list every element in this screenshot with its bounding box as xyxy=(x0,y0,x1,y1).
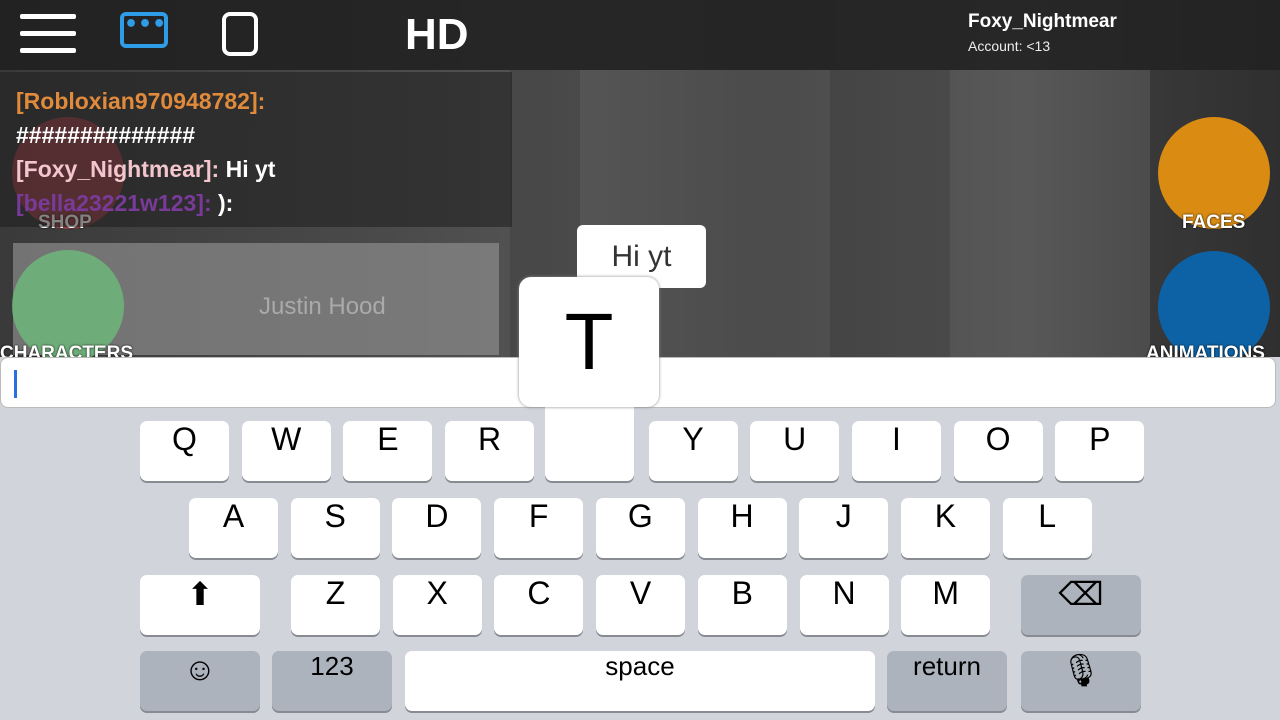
chat-message: [bella23221w123]: ): xyxy=(16,190,234,216)
key-e[interactable]: E xyxy=(343,421,433,481)
key-g[interactable]: G xyxy=(595,498,685,558)
chat-message: [Robloxian970948782]: xyxy=(16,88,266,114)
key-b[interactable]: B xyxy=(697,575,787,635)
key-r[interactable]: R xyxy=(445,421,535,481)
chat-message: [Foxy_Nightmear]: Hi yt xyxy=(16,156,276,182)
faces-label: FACES xyxy=(1182,212,1246,233)
backpack-icon[interactable] xyxy=(222,12,258,56)
key-q[interactable]: Q xyxy=(140,421,229,481)
key-d[interactable]: D xyxy=(392,498,482,558)
microphone-icon[interactable]: 🎙 xyxy=(1021,651,1141,711)
key-z[interactable]: Z xyxy=(291,575,380,635)
key-y[interactable]: Y xyxy=(648,421,738,481)
key-f[interactable]: F xyxy=(494,498,584,558)
key-n[interactable]: N xyxy=(799,575,889,635)
top-bar: ••• HD Foxy_Nightmear Account: <13 xyxy=(0,0,1280,70)
return-key[interactable]: return xyxy=(887,651,1007,711)
key-v[interactable]: V xyxy=(596,575,686,635)
key-j[interactable]: J xyxy=(799,498,889,558)
key-x[interactable]: X xyxy=(392,575,482,635)
account-age: Account: <13 xyxy=(968,38,1051,54)
shift-arrow-icon[interactable]: ⬆ xyxy=(140,575,260,635)
characters-button[interactable] xyxy=(12,250,124,357)
key-a[interactable]: A xyxy=(189,498,278,558)
animations-label: ANIMATIONS xyxy=(1146,343,1265,357)
chat-message: ############## xyxy=(16,122,196,148)
numbers-key[interactable]: 123 xyxy=(272,651,392,711)
animations-button[interactable] xyxy=(1158,251,1270,357)
chat-bubble-icon[interactable]: ••• xyxy=(120,12,168,48)
chat-log: [Robloxian970948782]: ############## [Fo… xyxy=(0,72,512,227)
key-c[interactable]: C xyxy=(494,575,584,635)
key-i[interactable]: I xyxy=(851,421,941,481)
key-w[interactable]: W xyxy=(241,421,331,481)
hd-logo[interactable]: HD xyxy=(405,10,469,60)
key-p[interactable]: P xyxy=(1055,421,1145,481)
key-h[interactable]: H xyxy=(697,498,787,558)
key-l[interactable]: L xyxy=(1002,498,1092,558)
key-popup: T xyxy=(519,277,659,407)
characters-label: CHARACTERS xyxy=(0,343,133,357)
key-k[interactable]: K xyxy=(900,498,990,558)
key-t-pressed[interactable] xyxy=(545,400,634,481)
backspace-icon[interactable]: ⌫ xyxy=(1021,575,1141,635)
hamburger-menu-icon[interactable] xyxy=(20,14,76,54)
key-m[interactable]: M xyxy=(901,575,991,635)
key-s[interactable]: S xyxy=(290,498,380,558)
username: Foxy_Nightmear xyxy=(968,11,1117,32)
space-key[interactable]: space xyxy=(405,651,875,711)
key-o[interactable]: O xyxy=(953,421,1043,481)
emoji-icon[interactable]: ☺ xyxy=(140,651,260,711)
player-nametag: Justin Hood xyxy=(259,293,386,320)
key-u[interactable]: U xyxy=(750,421,840,481)
text-caret xyxy=(14,370,17,398)
